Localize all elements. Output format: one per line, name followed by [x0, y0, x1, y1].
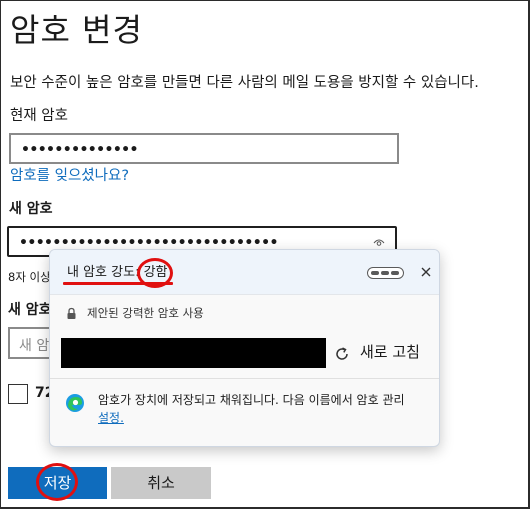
strength-meter-icon — [367, 267, 404, 279]
new-password-hint: 8자 이상 — [8, 270, 51, 284]
save-note: 암호가 장치에 저장되고 채워집니다. 다음 이름에서 암호 관리 — [98, 393, 405, 407]
popup-divider — [50, 378, 439, 379]
password-suggestion-popup: 내 암호 강도: 강함 제안된 강력한 암호 사용 새로 고침 암호가 장치에 … — [49, 249, 440, 447]
save-annotation-circle — [36, 463, 78, 501]
settings-link[interactable]: 설정. — [98, 409, 124, 427]
page-description: 보안 수준이 높은 암호를 만들면 다른 사람의 메일 도용을 방지할 수 있습… — [10, 75, 479, 91]
eye-icon[interactable] — [373, 237, 385, 247]
current-password-value: •••••••••••••• — [21, 142, 138, 158]
current-password-label: 현재 암호 — [10, 108, 68, 124]
popup-header: 내 암호 강도: 강함 — [50, 250, 439, 295]
current-password-input[interactable]: •••••••••••••• — [9, 133, 399, 164]
suggested-password-redacted[interactable] — [61, 338, 326, 368]
suggest-label: 제안된 강력한 암호 사용 — [87, 306, 204, 320]
strength-annotation-circle — [137, 258, 173, 288]
confirm-password-placeholder: 새 암 — [19, 338, 50, 354]
forgot-password-link[interactable]: 암호를 잊으셨나요? — [10, 166, 129, 186]
remember-checkbox[interactable] — [8, 384, 28, 404]
close-icon[interactable] — [419, 265, 433, 279]
cancel-button[interactable]: 취소 — [111, 467, 211, 499]
refresh-icon[interactable] — [333, 345, 351, 363]
confirm-password-label: 새 암호 — [8, 302, 52, 318]
lock-icon — [67, 307, 76, 319]
page-title: 암호 변경 — [10, 11, 143, 49]
edge-icon — [66, 394, 84, 412]
new-password-label: 새 암호 — [9, 201, 53, 217]
refresh-button[interactable]: 새로 고침 — [360, 342, 420, 362]
